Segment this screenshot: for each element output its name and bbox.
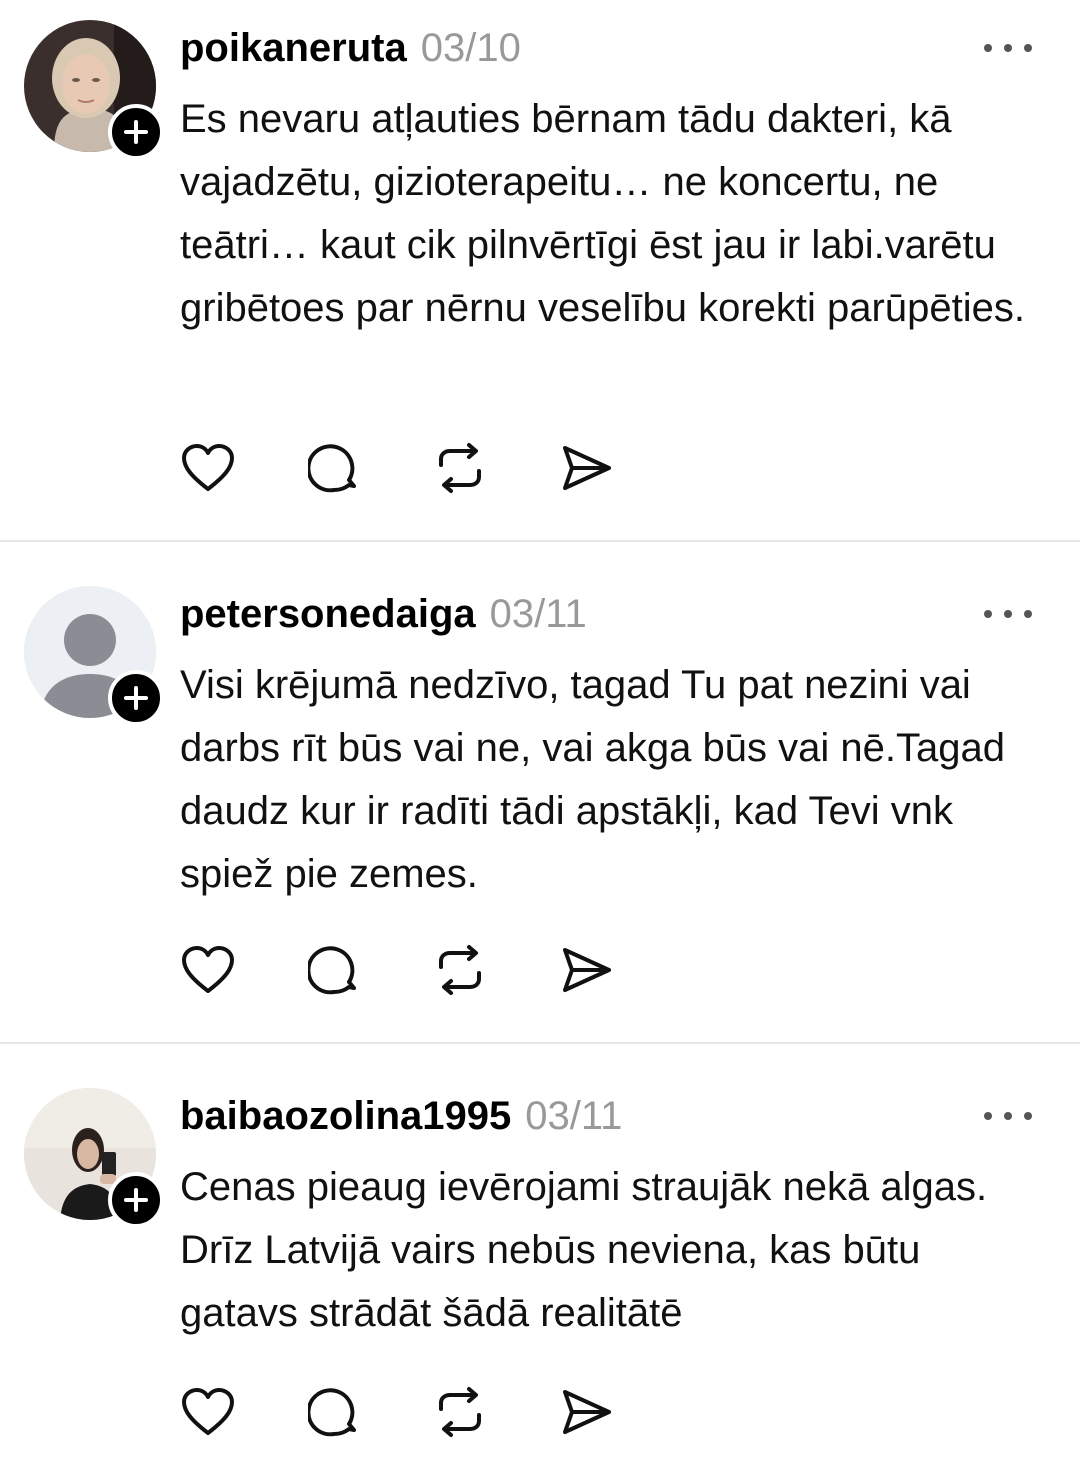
like-button[interactable] [180,1384,236,1440]
heart-icon [182,946,234,993]
comment-icon [308,946,356,995]
more-icon[interactable] [984,34,1032,62]
repost-button[interactable] [432,942,488,998]
repost-button[interactable] [432,440,488,496]
share-button[interactable] [558,942,614,998]
reply-button[interactable] [306,942,362,998]
send-icon [563,446,611,490]
post-header: poikaneruta 03/10 [180,20,521,76]
repost-icon [439,1387,481,1437]
post: poikaneruta 03/10 Es nevaru atļauties bē… [0,0,1080,540]
username[interactable]: poikaneruta [180,26,407,71]
heart-icon [182,444,234,491]
post-header: baibaozolina1995 03/11 [180,1088,622,1144]
post-date: 03/10 [420,25,521,70]
post-date: 03/11 [489,591,587,636]
post-text: Cenas pieaug ievērojami straujāk nekā al… [180,1165,988,1335]
plus-icon [124,1188,148,1212]
username[interactable]: petersonedaiga [180,592,476,637]
reply-button[interactable] [306,1384,362,1440]
post: petersonedaiga 03/11 Visi krējumā nedzīv… [0,566,1080,1042]
comment-icon [308,444,356,493]
repost-icon [439,443,481,493]
repost-button[interactable] [432,1384,488,1440]
divider [0,1042,1080,1044]
avatar[interactable] [24,1088,164,1228]
plus-icon [124,686,148,710]
action-bar [180,1384,684,1440]
like-button[interactable] [180,440,236,496]
post-text: Es nevaru atļauties bērnam tādu dakteri,… [180,97,1025,330]
divider [0,540,1080,542]
comment-icon [308,1388,356,1437]
post-date: 03/11 [525,1093,623,1138]
post-text: Visi krējumā nedzīvo, tagad Tu pat nezin… [180,663,1005,896]
more-icon[interactable] [984,600,1032,628]
plus-icon [124,120,148,144]
post: baibaozolina1995 03/11 Cenas pieaug ievē… [0,1068,1080,1470]
send-icon [563,1390,611,1434]
share-button[interactable] [558,440,614,496]
post-header: petersonedaiga 03/11 [180,586,587,642]
action-bar [180,440,684,496]
share-button[interactable] [558,1384,614,1440]
repost-icon [439,945,481,995]
like-button[interactable] [180,942,236,998]
username[interactable]: baibaozolina1995 [180,1094,511,1139]
avatar[interactable] [24,586,164,726]
send-icon [563,948,611,992]
action-bar [180,942,684,998]
heart-icon [182,1388,234,1435]
avatar[interactable] [24,20,164,160]
more-icon[interactable] [984,1102,1032,1130]
follow-button[interactable] [108,670,164,726]
reply-button[interactable] [306,440,362,496]
follow-button[interactable] [108,1172,164,1228]
follow-button[interactable] [108,104,164,160]
